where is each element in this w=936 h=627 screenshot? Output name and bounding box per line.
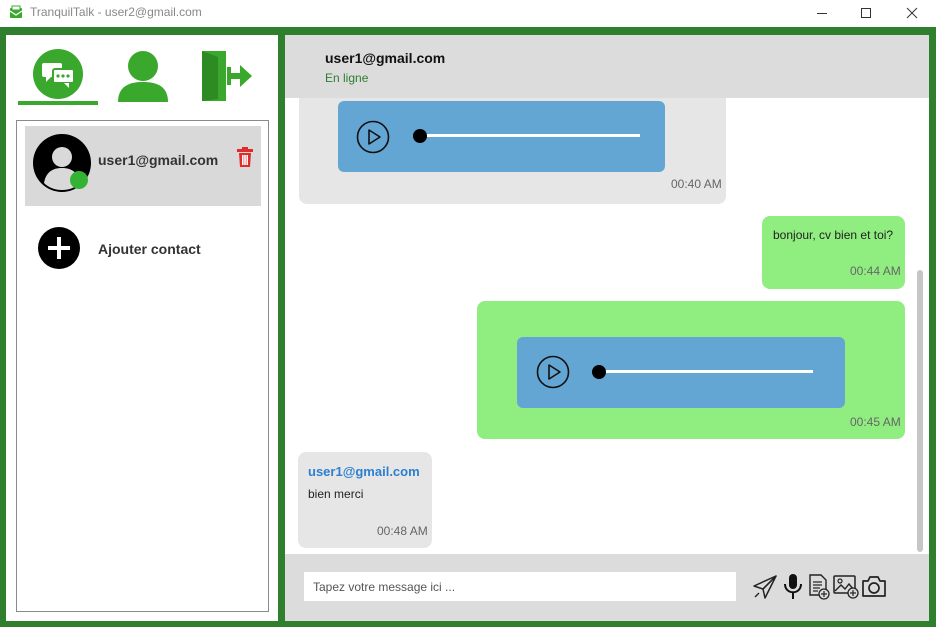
message-time: 00:48 AM <box>377 524 428 538</box>
chat-contact-name: user1@gmail.com <box>325 50 446 66</box>
message-input[interactable] <box>304 572 736 601</box>
message-list[interactable]: 00:40 AM bonjour, cv bien et toi? 00:44 … <box>285 98 929 554</box>
app-logo-icon <box>9 5 23 19</box>
document-icon[interactable] <box>808 574 830 605</box>
audio-player <box>338 101 665 172</box>
microphone-icon[interactable] <box>783 573 803 606</box>
contact-item[interactable]: user1@gmail.com <box>25 126 261 206</box>
title-bar: TranquilTalk - user2@gmail.com <box>0 0 936 26</box>
message-bubble-sent: 00:45 AM <box>477 301 905 439</box>
add-contact-label: Ajouter contact <box>98 241 201 257</box>
audio-player <box>517 337 845 408</box>
audio-progress-handle[interactable] <box>413 129 427 143</box>
plus-circle-icon <box>38 227 80 269</box>
window-title: TranquilTalk - user2@gmail.com <box>30 5 202 19</box>
audio-progress-track[interactable] <box>601 370 813 373</box>
active-tab-indicator <box>18 101 98 105</box>
play-icon[interactable] <box>356 120 390 159</box>
message-bubble-sent: bonjour, cv bien et toi? 00:44 AM <box>762 216 905 289</box>
message-time: 00:40 AM <box>671 177 722 191</box>
contact-list: user1@gmail.com Ajouter contact <box>16 120 269 612</box>
message-composer <box>285 554 929 621</box>
chat-header: user1@gmail.com En ligne <box>285 35 929 98</box>
message-text: bonjour, cv bien et toi? <box>773 228 894 242</box>
audio-progress-track[interactable] <box>422 134 640 137</box>
message-bubble-received: user1@gmail.com bien merci 00:48 AM <box>298 452 432 548</box>
message-scrollbar[interactable] <box>917 270 923 552</box>
message-time: 00:44 AM <box>850 264 901 278</box>
chat-panel: user1@gmail.com En ligne 00:40 AM bonjou… <box>285 35 929 621</box>
chat-contact-status: En ligne <box>325 71 369 85</box>
logout-door-icon[interactable] <box>200 49 254 103</box>
maximize-button[interactable] <box>844 0 888 26</box>
sidebar: user1@gmail.com Ajouter contact <box>6 35 278 621</box>
play-icon[interactable] <box>536 355 570 394</box>
camera-icon[interactable] <box>861 575 887 604</box>
audio-progress-handle[interactable] <box>592 365 606 379</box>
user-icon[interactable] <box>116 49 170 103</box>
message-time: 00:45 AM <box>850 415 901 429</box>
contact-name: user1@gmail.com <box>98 152 219 168</box>
send-icon[interactable] <box>752 574 778 605</box>
close-button[interactable] <box>890 0 934 26</box>
online-status-dot <box>70 171 88 189</box>
message-text: bien merci <box>308 487 364 501</box>
image-icon[interactable] <box>833 574 859 605</box>
message-sender: user1@gmail.com <box>308 464 420 479</box>
minimize-button[interactable] <box>800 0 844 26</box>
trash-icon[interactable] <box>236 147 254 172</box>
message-bubble-received: 00:40 AM <box>299 98 726 204</box>
chat-bubbles-icon[interactable] <box>33 49 83 99</box>
add-contact-button[interactable]: Ajouter contact <box>38 227 258 271</box>
